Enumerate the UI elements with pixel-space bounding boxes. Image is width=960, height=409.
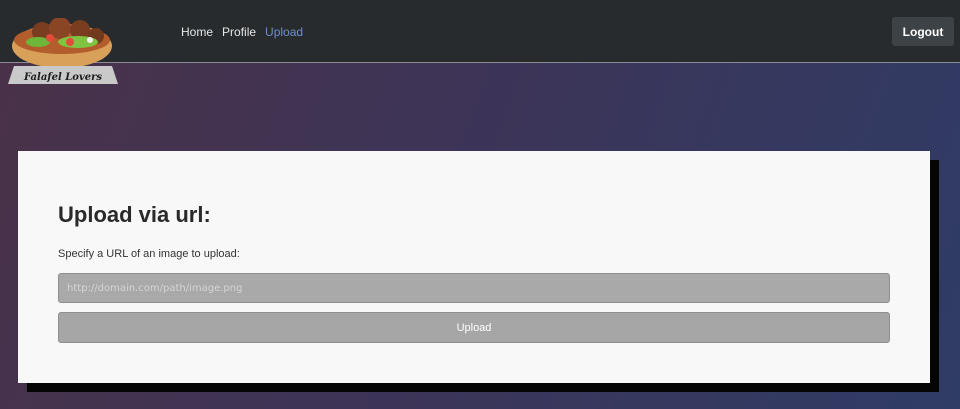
falafel-lovers-logo[interactable]: Falafel Lovers bbox=[8, 18, 120, 86]
upload-card: Upload via url: Specify a URL of an imag… bbox=[18, 151, 930, 383]
top-navbar: Falafel Lovers Home Profile Upload Logou… bbox=[0, 0, 960, 84]
nav-link-home[interactable]: Home bbox=[181, 25, 213, 39]
nav-link-profile[interactable]: Profile bbox=[222, 25, 256, 39]
logout-button[interactable]: Logout bbox=[892, 17, 954, 46]
main-nav: Home Profile Upload bbox=[181, 25, 312, 39]
image-url-input[interactable] bbox=[58, 273, 890, 303]
page-title: Upload via url: bbox=[58, 202, 211, 227]
nav-link-upload[interactable]: Upload bbox=[265, 25, 303, 39]
upload-button[interactable]: Upload bbox=[58, 312, 890, 343]
url-field-label: Specify a URL of an image to upload: bbox=[58, 248, 240, 260]
logo-text: Falafel Lovers bbox=[23, 72, 102, 83]
